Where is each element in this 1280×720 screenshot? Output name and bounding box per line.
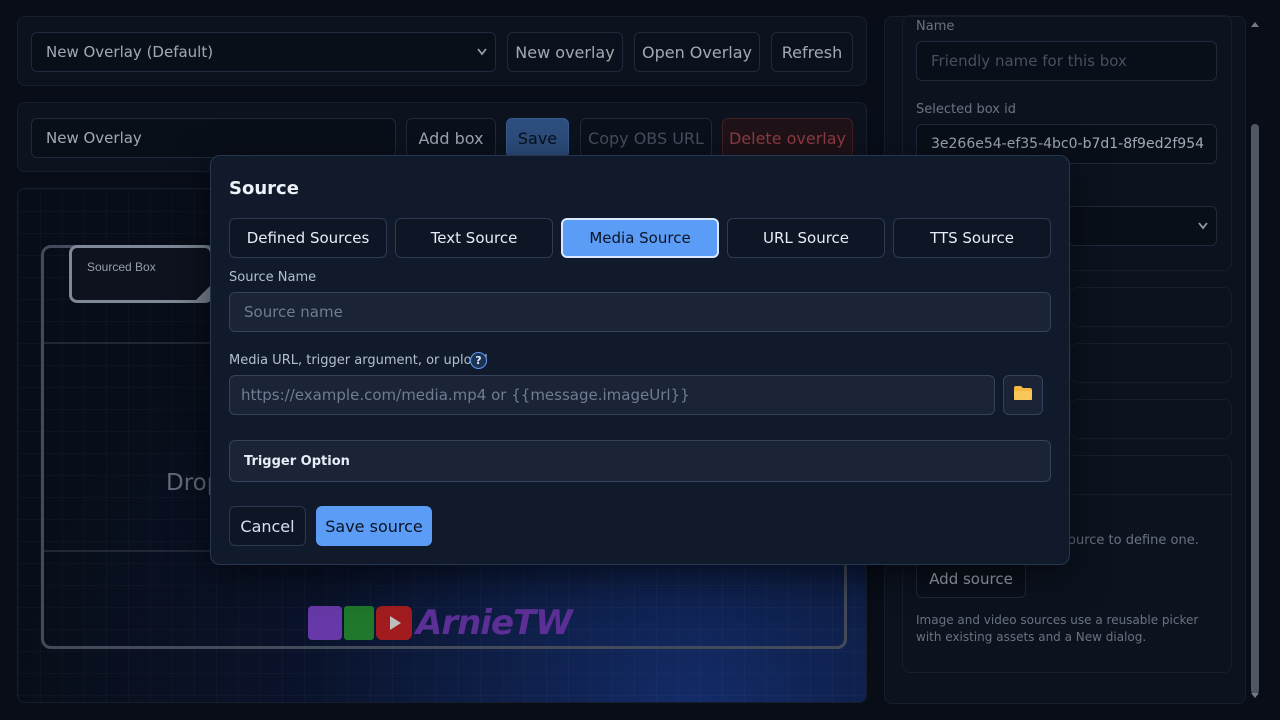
cancel-button[interactable]: Cancel: [229, 506, 306, 546]
dialog-title: Source: [229, 178, 299, 199]
media-url-input[interactable]: https://example.com/media.mp4 or {{messa…: [229, 375, 995, 415]
help-icon[interactable]: ?: [470, 352, 487, 369]
tab-defined-sources[interactable]: Defined Sources: [229, 218, 387, 258]
trigger-option-section[interactable]: Trigger Option: [229, 440, 1051, 482]
tab-url-source[interactable]: URL Source: [727, 218, 885, 258]
trigger-option-label: Trigger Option: [244, 454, 350, 469]
tab-tts-source[interactable]: TTS Source: [893, 218, 1051, 258]
save-source-button[interactable]: Save source: [316, 506, 432, 546]
source-name-placeholder: Source name: [244, 303, 343, 321]
source-dialog: Source Defined Sources Text Source Media…: [210, 155, 1070, 565]
tab-text-source[interactable]: Text Source: [395, 218, 553, 258]
media-url-label: Media URL, trigger argument, or upload: [229, 353, 488, 368]
tab-media-source[interactable]: Media Source: [561, 218, 719, 258]
source-name-input[interactable]: Source name: [229, 292, 1051, 332]
media-url-placeholder: https://example.com/media.mp4 or {{messa…: [241, 386, 690, 404]
upload-folder-button[interactable]: [1003, 375, 1043, 415]
source-name-label: Source Name: [229, 270, 317, 285]
folder-icon: [1013, 385, 1033, 405]
